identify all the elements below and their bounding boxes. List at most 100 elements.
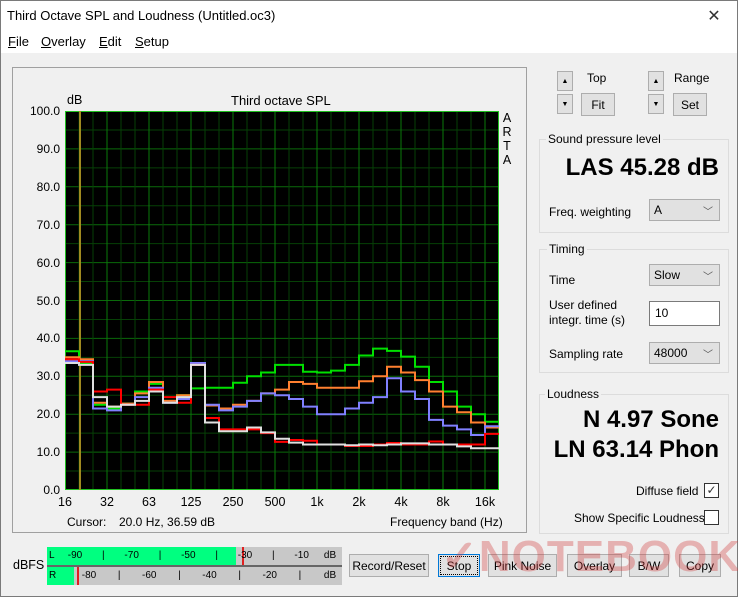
meter-tick-label: dB — [323, 570, 337, 581]
menu-accelerator: E — [99, 34, 108, 49]
meter-tick-label: | — [272, 550, 275, 561]
meter-tick-label: -10 — [294, 550, 309, 561]
app-window: Third Octave SPL and Loudness (Untitled.… — [0, 0, 738, 597]
arta-letter: T — [503, 139, 511, 153]
menu-file[interactable]: File — [8, 34, 29, 49]
check-icon: ✓ — [706, 483, 717, 497]
x-tick-label: 8k — [436, 495, 450, 509]
top-down-button[interactable]: ▼ — [557, 94, 573, 114]
meter-tick-label: -70 — [124, 550, 139, 561]
fit-button[interactable]: Fit — [581, 93, 615, 116]
specific-loudness-label: Show Specific Loudness — [574, 511, 705, 525]
bw-button[interactable]: B/W — [629, 554, 669, 577]
loudness-phon: LN 63.14 Phon — [553, 436, 719, 463]
y-tick-label: 80.0 — [36, 179, 60, 194]
integr-time-label-2: integr. time (s) — [549, 313, 626, 327]
range-down-button[interactable]: ▼ — [648, 94, 664, 114]
y-tick-label: 30.0 — [36, 369, 60, 384]
menu-accelerator: S — [135, 34, 144, 49]
pink-noise-button[interactable]: Pink Noise — [488, 554, 557, 577]
specific-loudness-checkbox[interactable] — [704, 510, 719, 525]
arrow-down-icon: ▼ — [652, 100, 660, 108]
meter-tick-label: | — [117, 570, 121, 581]
spl-group-title: Sound pressure level — [546, 132, 663, 146]
freq-weighting-label: Freq. weighting — [549, 205, 632, 219]
y-tick-label: 100.0 — [29, 104, 60, 118]
y-tick-label: 0.0 — [43, 483, 60, 497]
arta-brand: A R T A — [502, 111, 512, 167]
meter-tick-label: | — [178, 570, 181, 581]
x-tick-label: 2k — [352, 495, 366, 509]
meter-tick-label: | — [298, 570, 302, 581]
menu-bar: File Overlay Edit Setup — [1, 31, 737, 53]
meter-right-peak — [76, 567, 79, 585]
channel-label: L — [49, 550, 55, 561]
top-up-button[interactable]: ▲ — [557, 71, 573, 91]
chevron-down-icon: ﹀ — [703, 350, 713, 361]
record-reset-button[interactable]: Record/Reset — [349, 554, 429, 577]
range-up-button[interactable]: ▲ — [648, 71, 664, 91]
meter-tick-label: dB — [323, 550, 337, 561]
top-label: Top — [587, 71, 607, 85]
sampling-rate-label: Sampling rate — [549, 347, 624, 361]
range-label: Range — [674, 71, 710, 85]
loudness-sone: N 4.97 Sone — [582, 406, 719, 433]
meter-right-channel: R -80 | -60 | -40 | -20 | dB — [47, 567, 342, 585]
freq-weighting-select[interactable]: A ﹀ — [649, 199, 720, 221]
chevron-down-icon: ﹀ — [703, 207, 713, 218]
window-title: Third Octave SPL and Loudness (Untitled.… — [7, 8, 276, 23]
diffuse-field-checkbox[interactable]: ✓ — [704, 483, 719, 498]
menu-accelerator: O — [41, 34, 52, 49]
loudness-group-title: Loudness — [545, 387, 602, 401]
x-tick-label: 16k — [474, 495, 496, 509]
integr-time-input[interactable]: 10 — [649, 301, 720, 326]
time-label: Time — [549, 273, 576, 287]
meter-tick-label: -50 — [181, 550, 196, 561]
sampling-rate-select[interactable]: 48000 ﹀ — [649, 342, 720, 364]
dbfs-label: dBFS — [13, 558, 45, 572]
arta-letter: R — [502, 125, 512, 139]
meter-tick-label: | — [238, 570, 241, 581]
stop-button[interactable]: Stop — [438, 554, 480, 577]
diffuse-field-label: Diffuse field — [636, 484, 699, 498]
copy-button[interactable]: Copy — [679, 554, 721, 577]
meter-tick-label: -80 — [81, 570, 97, 581]
input-value: 10 — [655, 306, 669, 320]
menu-label: verlay — [51, 34, 86, 49]
spl-plot[interactable] — [65, 111, 499, 490]
title-bar: Third Octave SPL and Loudness (Untitled.… — [1, 1, 737, 31]
x-tick-label: 125 — [180, 495, 202, 509]
channel-label: R — [49, 570, 57, 581]
arta-letter: A — [502, 111, 512, 125]
y-tick-label: 70.0 — [36, 217, 60, 232]
meter-tick-label: -60 — [142, 570, 157, 581]
arrow-up-icon: ▲ — [561, 77, 569, 85]
select-value: A — [654, 203, 663, 217]
meter-tick-label: -40 — [202, 570, 217, 581]
x-tick-label: 32 — [100, 495, 114, 509]
y-tick-label: 20.0 — [36, 407, 60, 422]
close-button[interactable]: ✕ — [691, 1, 737, 31]
menu-edit[interactable]: Edit — [99, 34, 121, 49]
set-button[interactable]: Set — [673, 93, 707, 116]
time-select[interactable]: Slow ﹀ — [649, 264, 720, 286]
y-unit-label: dB — [67, 93, 83, 107]
menu-overlay[interactable]: Overlay — [41, 34, 86, 49]
integr-time-label-1: User defined — [549, 298, 618, 312]
x-tick-label: 16 — [58, 495, 72, 509]
level-meter: L -90 | -70 | -50 | -30 | -10 dB R -80 | -60 | -40 | -2… — [47, 547, 342, 585]
x-tick-label: 250 — [222, 495, 244, 509]
y-tick-label: 90.0 — [36, 141, 60, 156]
menu-setup[interactable]: Setup — [135, 34, 169, 49]
overlay-button[interactable]: Overlay — [567, 554, 622, 577]
x-axis-label: Frequency band (Hz) — [390, 515, 503, 529]
y-tick-label: 10.0 — [36, 445, 60, 460]
x-tick-label: 4k — [394, 495, 408, 509]
x-tick-label: 500 — [264, 495, 286, 509]
cursor-value: 20.0 Hz, 36.59 dB — [119, 515, 216, 529]
meter-tick-label: | — [102, 550, 105, 561]
arta-letter: A — [502, 153, 512, 167]
chevron-down-icon: ﹀ — [703, 272, 713, 283]
select-value: Slow — [654, 268, 681, 282]
menu-label: ile — [15, 34, 29, 49]
